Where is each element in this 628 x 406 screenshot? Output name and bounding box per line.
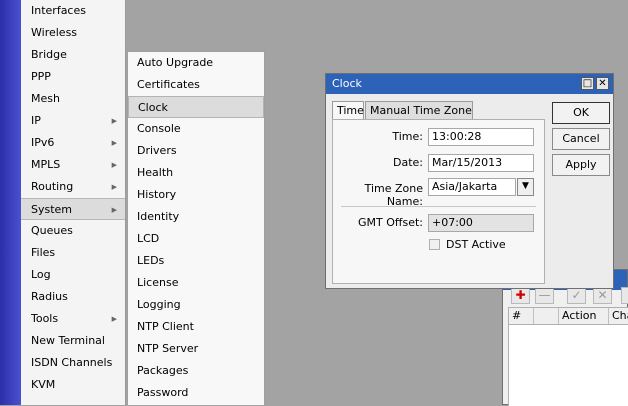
time-zone-select[interactable]: Asia/Jakarta [428, 178, 516, 196]
submenu-arrow-icon: ▶ [111, 315, 117, 323]
comment-icon[interactable] [621, 287, 628, 304]
window-title: Clock [332, 77, 362, 90]
apply-button[interactable]: Apply [552, 154, 610, 176]
main-menu-item-radius[interactable]: Radius [21, 286, 125, 308]
system-submenu-item-drivers[interactable]: Drivers [128, 140, 264, 162]
column-header-action[interactable]: Action [559, 308, 609, 324]
submenu-arrow-icon: ▶ [111, 206, 117, 214]
main-menu-item-ipv6[interactable]: IPv6 ▶ [21, 132, 125, 154]
main-menu-item-wireless[interactable]: Wireless [21, 22, 125, 44]
main-menu-item-label: PPP [31, 70, 51, 83]
main-menu-item-ppp[interactable]: PPP [21, 66, 125, 88]
main-menu-item-ip[interactable]: IP ▶ [21, 110, 125, 132]
cancel-button[interactable]: Cancel [552, 128, 610, 150]
date-label: Date: [393, 156, 423, 169]
system-submenu-item-console[interactable]: Console [128, 118, 264, 140]
system-submenu-item-identity[interactable]: Identity [128, 206, 264, 228]
enable-icon[interactable]: ✓ [567, 287, 586, 304]
sidebar-strip [0, 0, 21, 405]
main-menu-item-label: Bridge [31, 48, 67, 61]
system-submenu-item-packages[interactable]: Packages [128, 360, 264, 382]
submenu-arrow-icon: ▶ [111, 117, 117, 125]
main-menu-item-log[interactable]: Log [21, 264, 125, 286]
submenu-arrow-icon: ▶ [111, 161, 117, 169]
time-zone-name-label: Time Zone Name: [364, 182, 423, 208]
dropdown-arrow-icon[interactable]: ▼ [517, 178, 534, 196]
main-menu-item-isdn-channels[interactable]: ISDN Channels [21, 352, 125, 374]
main-menu-item-label: New Terminal [31, 334, 105, 347]
main-menu-item-label: Wireless [31, 26, 78, 39]
close-icon[interactable]: ✕ [596, 77, 609, 90]
system-submenu-item-auto-upgrade[interactable]: Auto Upgrade [128, 52, 264, 74]
tab-time[interactable]: Time [332, 101, 364, 120]
date-field[interactable]: Mar/15/2013 [428, 154, 534, 172]
main-menu: Interfaces Wireless Bridge PPP Mesh IP ▶ IPv6 ▶ M… [21, 0, 126, 405]
add-icon[interactable]: ✚ [511, 287, 530, 304]
main-menu-item-label: Interfaces [31, 4, 86, 17]
time-tab-panel: Time: 13:00:28 Date: Mar/15/2013 Time Zo… [332, 119, 545, 284]
main-menu-item-label: Radius [31, 290, 68, 303]
divider [341, 206, 536, 207]
system-submenu-item-history[interactable]: History [128, 184, 264, 206]
main-menu-item-label: Log [31, 268, 51, 281]
main-menu-item-label: ISDN Channels [31, 356, 113, 369]
main-menu-item-routing[interactable]: Routing ▶ [21, 176, 125, 198]
main-menu-item-kvm[interactable]: KVM [21, 374, 125, 396]
main-menu-item-tools[interactable]: Tools ▶ [21, 308, 125, 330]
time-field[interactable]: 13:00:28 [428, 128, 534, 146]
system-submenu-item-password[interactable]: Password [128, 382, 264, 404]
main-menu-item-interfaces[interactable]: Interfaces [21, 0, 125, 22]
submenu-arrow-icon: ▶ [111, 139, 117, 147]
column-header-blank[interactable] [534, 308, 559, 324]
table-header: # Action Cha [508, 307, 628, 325]
main-menu-item-label: Mesh [31, 92, 60, 105]
main-menu-item-label: System [31, 203, 73, 216]
dst-active-checkbox[interactable] [429, 239, 440, 250]
disable-icon[interactable]: ✕ [593, 287, 612, 304]
remove-icon[interactable]: — [535, 287, 554, 304]
table-body [508, 325, 628, 406]
system-submenu-item-leds[interactable]: LEDs [128, 250, 264, 272]
main-menu-item-bridge[interactable]: Bridge [21, 44, 125, 66]
main-menu-item-mpls[interactable]: MPLS ▶ [21, 154, 125, 176]
background-window: ✚ — ✓ ✕ # Action Cha [502, 269, 628, 406]
main-menu-item-files[interactable]: Files [21, 242, 125, 264]
main-menu-item-label: IP [31, 114, 41, 127]
main-menu-item-new-terminal[interactable]: New Terminal [21, 330, 125, 352]
system-submenu: Auto Upgrade Certificates Clock Console Driv… [127, 51, 265, 405]
system-submenu-item-clock[interactable]: Clock [128, 96, 264, 118]
time-label: Time: [392, 130, 423, 143]
system-submenu-item-lcd[interactable]: LCD [128, 228, 264, 250]
tab-manual-time-zone[interactable]: Manual Time Zone [365, 101, 473, 119]
system-submenu-item-logging[interactable]: Logging [128, 294, 264, 316]
gmt-offset-label: GMT Offset: [358, 216, 423, 229]
column-header-number[interactable]: # [509, 308, 534, 324]
main-menu-item-label: Tools [31, 312, 59, 325]
dst-active-label: DST Active [446, 238, 506, 251]
main-menu-item-label: KVM [31, 378, 56, 391]
clock-window-titlebar[interactable]: Clock □ ✕ [326, 74, 613, 94]
submenu-arrow-icon: ▶ [111, 183, 117, 191]
gmt-offset-field: +07:00 [428, 214, 534, 232]
system-submenu-item-health[interactable]: Health [128, 162, 264, 184]
main-menu-item-label: Routing [31, 180, 74, 193]
main-menu-item-label: IPv6 [31, 136, 55, 149]
column-header-chain[interactable]: Cha [609, 308, 628, 324]
system-submenu-item-ntp-server[interactable]: NTP Server [128, 338, 264, 360]
main-menu-item-system[interactable]: System ▶ [21, 198, 125, 220]
main-menu-item-label: Files [31, 246, 56, 259]
clock-window: Clock □ ✕ Time Manual Time Zone Time: 13… [325, 73, 614, 289]
system-submenu-item-ntp-client[interactable]: NTP Client [128, 316, 264, 338]
system-submenu-item-certificates[interactable]: Certificates [128, 74, 264, 96]
main-menu-item-queues[interactable]: Queues [21, 220, 125, 242]
maximize-icon[interactable]: □ [581, 77, 594, 90]
ok-button[interactable]: OK [552, 102, 610, 124]
system-submenu-item-license[interactable]: License [128, 272, 264, 294]
main-menu-item-mesh[interactable]: Mesh [21, 88, 125, 110]
main-menu-item-label: MPLS [31, 158, 61, 171]
main-menu-item-label: Queues [31, 224, 73, 237]
